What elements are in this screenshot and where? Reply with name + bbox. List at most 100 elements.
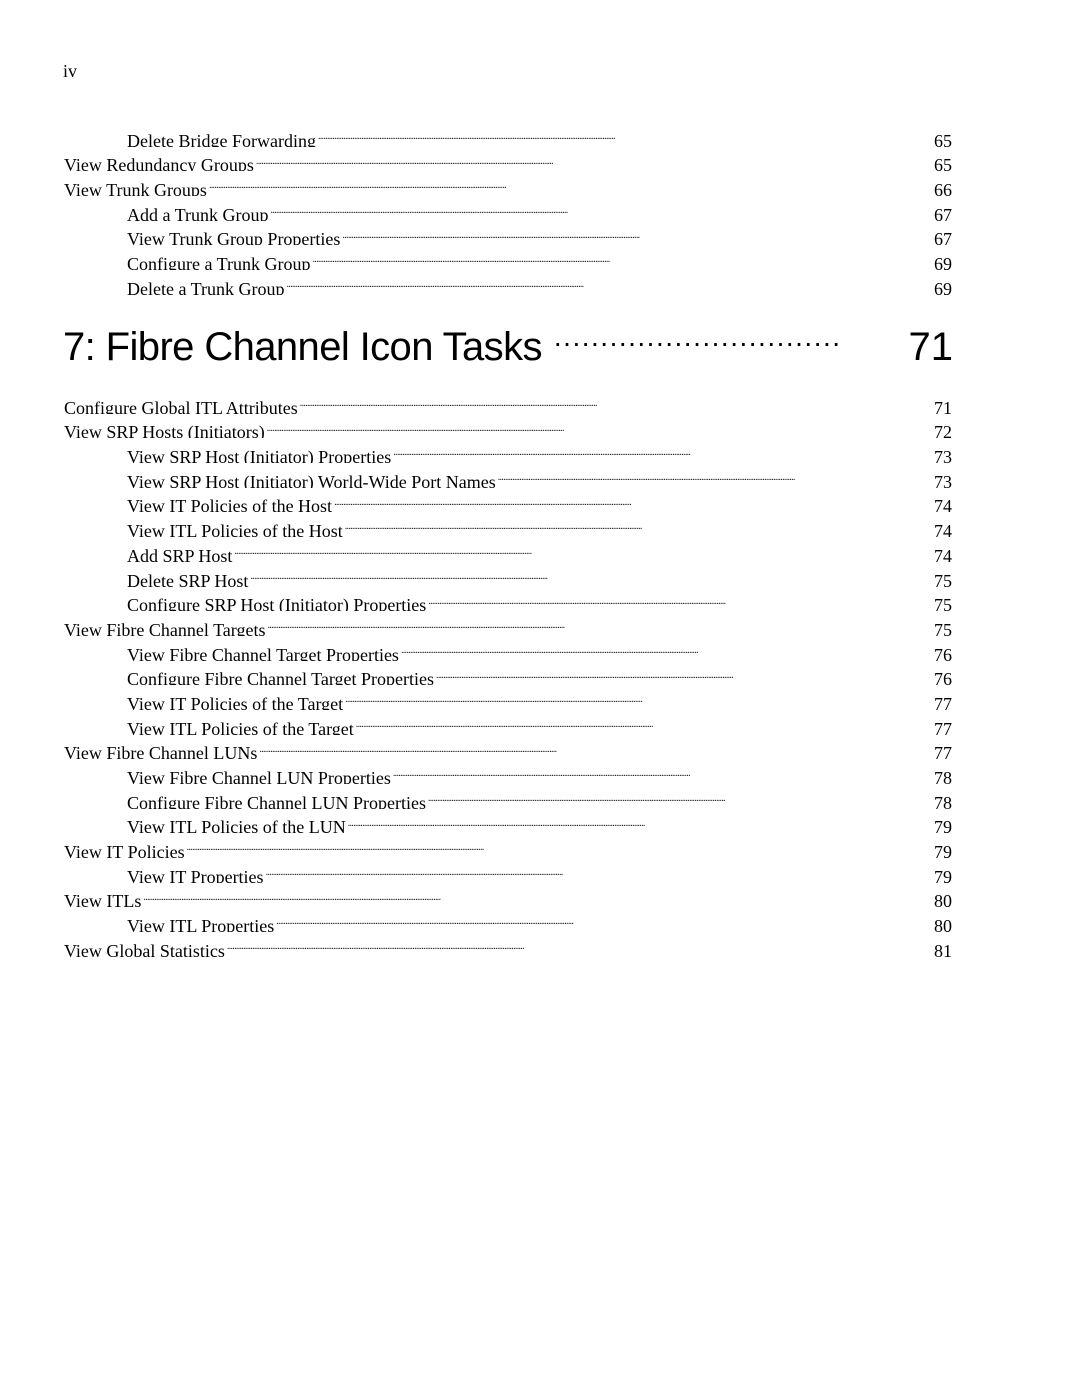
dot-leader bbox=[265, 414, 934, 439]
toc-entry-page: 81 bbox=[934, 940, 952, 957]
toc-entry-label: View IT Properties bbox=[127, 866, 264, 883]
toc-entry-subsection[interactable]: View ITL Policies of the Target 77 bbox=[64, 710, 952, 735]
chapter-page-number: 71 bbox=[908, 325, 954, 369]
toc-entry-subsection[interactable]: View IT Properties 79 bbox=[64, 858, 952, 883]
dot-leader bbox=[343, 685, 926, 710]
toc-entry-section[interactable]: View Redundancy Groups 65 bbox=[64, 147, 952, 172]
toc-entry-label: View IT Policies bbox=[64, 842, 185, 859]
toc-entry-subsection[interactable]: Add SRP Host 74 bbox=[64, 537, 952, 562]
dot-leader bbox=[141, 883, 934, 908]
toc-entry-subsection[interactable]: View Fibre Channel Target Properties 76 bbox=[64, 636, 952, 661]
dot-leader bbox=[343, 512, 926, 537]
toc-entry-page: 67 bbox=[934, 204, 952, 221]
dot-leader bbox=[426, 784, 926, 809]
toc-entry-page: 77 bbox=[934, 693, 952, 710]
toc-entry-section[interactable]: View Trunk Groups 66 bbox=[64, 171, 952, 196]
toc-entry-label: View ITL Policies of the LUN bbox=[127, 817, 346, 834]
toc-entry-subsection[interactable]: Configure Fibre Channel LUN Properties 78 bbox=[64, 784, 952, 809]
dot-leader bbox=[185, 833, 934, 858]
chapter-heading[interactable]: 7: Fibre Channel Icon Tasks 71 bbox=[63, 312, 953, 371]
toc-entry-page: 80 bbox=[934, 891, 952, 908]
toc-entry-subsection[interactable]: View IT Policies of the Target 77 bbox=[64, 685, 952, 710]
toc-entry-label: Add SRP Host bbox=[127, 545, 233, 562]
toc-entry-section[interactable]: View IT Policies 79 bbox=[64, 833, 952, 858]
toc-entry-label: Add a Trunk Group bbox=[127, 204, 269, 221]
toc-entry-page: 72 bbox=[934, 422, 952, 439]
toc-entry-page: 67 bbox=[934, 229, 952, 246]
toc-entry-label: View SRP Hosts (Initiators) bbox=[64, 422, 265, 439]
toc-entry-page: 74 bbox=[934, 545, 952, 562]
toc-entry-page: 75 bbox=[934, 570, 952, 587]
dot-leader bbox=[391, 759, 926, 784]
toc-entry-section[interactable]: View Global Statistics 81 bbox=[64, 932, 952, 957]
toc-entry-label: View Trunk Groups bbox=[64, 180, 207, 197]
toc-entry-subsection[interactable]: View SRP Host (Initiator) Properties 73 bbox=[64, 438, 952, 463]
toc-entry-page: 80 bbox=[934, 916, 952, 933]
toc-entry-label: View ITL Policies of the Host bbox=[127, 521, 343, 538]
dot-leader bbox=[248, 562, 926, 587]
toc-entry-page: 65 bbox=[934, 130, 952, 147]
dot-leader bbox=[264, 858, 926, 883]
toc-entry-label: View Fibre Channel Targets bbox=[64, 619, 266, 636]
toc-entry-subsection[interactable]: Add a Trunk Group 67 bbox=[64, 196, 952, 221]
toc-entry-subsection[interactable]: Configure Fibre Channel Target Propertie… bbox=[64, 661, 952, 686]
toc-entry-label: View Fibre Channel LUN Properties bbox=[127, 768, 391, 784]
toc-entry-subsection[interactable]: Delete Bridge Forwarding 65 bbox=[64, 122, 952, 147]
toc-entry-page: 69 bbox=[934, 278, 952, 295]
toc-entry-page: 76 bbox=[934, 669, 952, 686]
toc-entry-subsection[interactable]: Delete SRP Host 75 bbox=[64, 562, 952, 587]
dot-leader bbox=[207, 171, 934, 196]
toc-entry-label: View Global Statistics bbox=[64, 940, 225, 957]
toc-entry-section[interactable]: View ITLs 80 bbox=[64, 883, 952, 908]
toc-entry-label: View ITL Properties bbox=[127, 916, 275, 933]
toc-entry-label: Configure a Trunk Group bbox=[127, 254, 311, 271]
chapter-title: 7: Fibre Channel Icon Tasks bbox=[63, 325, 542, 369]
toc-entry-label: Delete SRP Host bbox=[127, 570, 249, 587]
toc-entry-label: View Fibre Channel LUNs bbox=[64, 743, 258, 760]
toc-entry-page: 65 bbox=[934, 155, 952, 172]
dot-leader bbox=[254, 147, 934, 172]
dot-leader bbox=[496, 463, 926, 488]
toc-entry-page: 74 bbox=[934, 496, 952, 513]
toc-section-chapter-7: Configure Global ITL Attributes71View SR… bbox=[64, 389, 952, 957]
toc-entry-page: 66 bbox=[934, 180, 952, 197]
toc-entry-label: View Fibre Channel Target Properties bbox=[127, 644, 399, 661]
dot-leader bbox=[265, 611, 934, 636]
toc-entry-label: View IT Policies of the Target bbox=[127, 693, 344, 710]
toc-entry-section[interactable]: View Fibre Channel Targets 75 bbox=[64, 611, 952, 636]
toc-entry-subsection[interactable]: View Fibre Channel LUN Properties 78 bbox=[64, 759, 952, 784]
toc-entry-subsection[interactable]: View SRP Host (Initiator) World-Wide Por… bbox=[64, 463, 952, 488]
toc-entry-subsection[interactable]: Configure a Trunk Group 69 bbox=[64, 245, 952, 270]
dot-leader bbox=[399, 636, 926, 661]
toc-entry-page: 73 bbox=[934, 447, 952, 464]
toc-entry-section[interactable]: View Fibre Channel LUNs 77 bbox=[64, 735, 952, 760]
toc-entry-label: Configure Fibre Channel Target Propertie… bbox=[127, 669, 435, 686]
toc-entry-page: 79 bbox=[934, 866, 952, 883]
toc-entry-section[interactable]: Configure Global ITL Attributes 71 bbox=[64, 389, 952, 414]
toc-entry-page: 73 bbox=[934, 471, 952, 488]
dot-leader bbox=[426, 587, 926, 612]
toc-entry-subsection[interactable]: View ITL Policies of the Host 74 bbox=[64, 512, 952, 537]
page-number: iv bbox=[63, 61, 78, 81]
toc-entry-subsection[interactable]: Configure SRP Host (Initiator) Propertie… bbox=[64, 587, 952, 612]
toc-entry-page: 69 bbox=[934, 254, 952, 271]
toc-entry-label: View Trunk Group Properties bbox=[127, 229, 341, 246]
toc-entry-page: 77 bbox=[934, 718, 952, 735]
toc-entry-subsection[interactable]: View IT Policies of the Host 74 bbox=[64, 488, 952, 513]
toc-entry-label: View Redundancy Groups bbox=[64, 155, 254, 172]
toc-entry-label: Delete a Trunk Group bbox=[127, 278, 285, 295]
toc-entry-label: View IT Policies of the Host bbox=[127, 496, 333, 513]
toc-entry-subsection[interactable]: View Trunk Group Properties 67 bbox=[64, 221, 952, 246]
toc-entry-subsection[interactable]: View ITL Properties 80 bbox=[64, 907, 952, 932]
dot-leader bbox=[332, 488, 926, 513]
dot-leader bbox=[391, 438, 926, 463]
dot-leader bbox=[346, 809, 926, 834]
toc-entry-subsection[interactable]: Delete a Trunk Group 69 bbox=[64, 270, 952, 295]
dot-leader bbox=[225, 932, 934, 957]
dot-leader bbox=[232, 537, 926, 562]
dot-leader bbox=[311, 245, 927, 270]
toc-entry-subsection[interactable]: View ITL Policies of the LUN 79 bbox=[64, 809, 952, 834]
toc-entry-page: 75 bbox=[934, 595, 952, 612]
dot-leader bbox=[284, 270, 926, 295]
toc-entry-section[interactable]: View SRP Hosts (Initiators) 72 bbox=[64, 414, 952, 439]
